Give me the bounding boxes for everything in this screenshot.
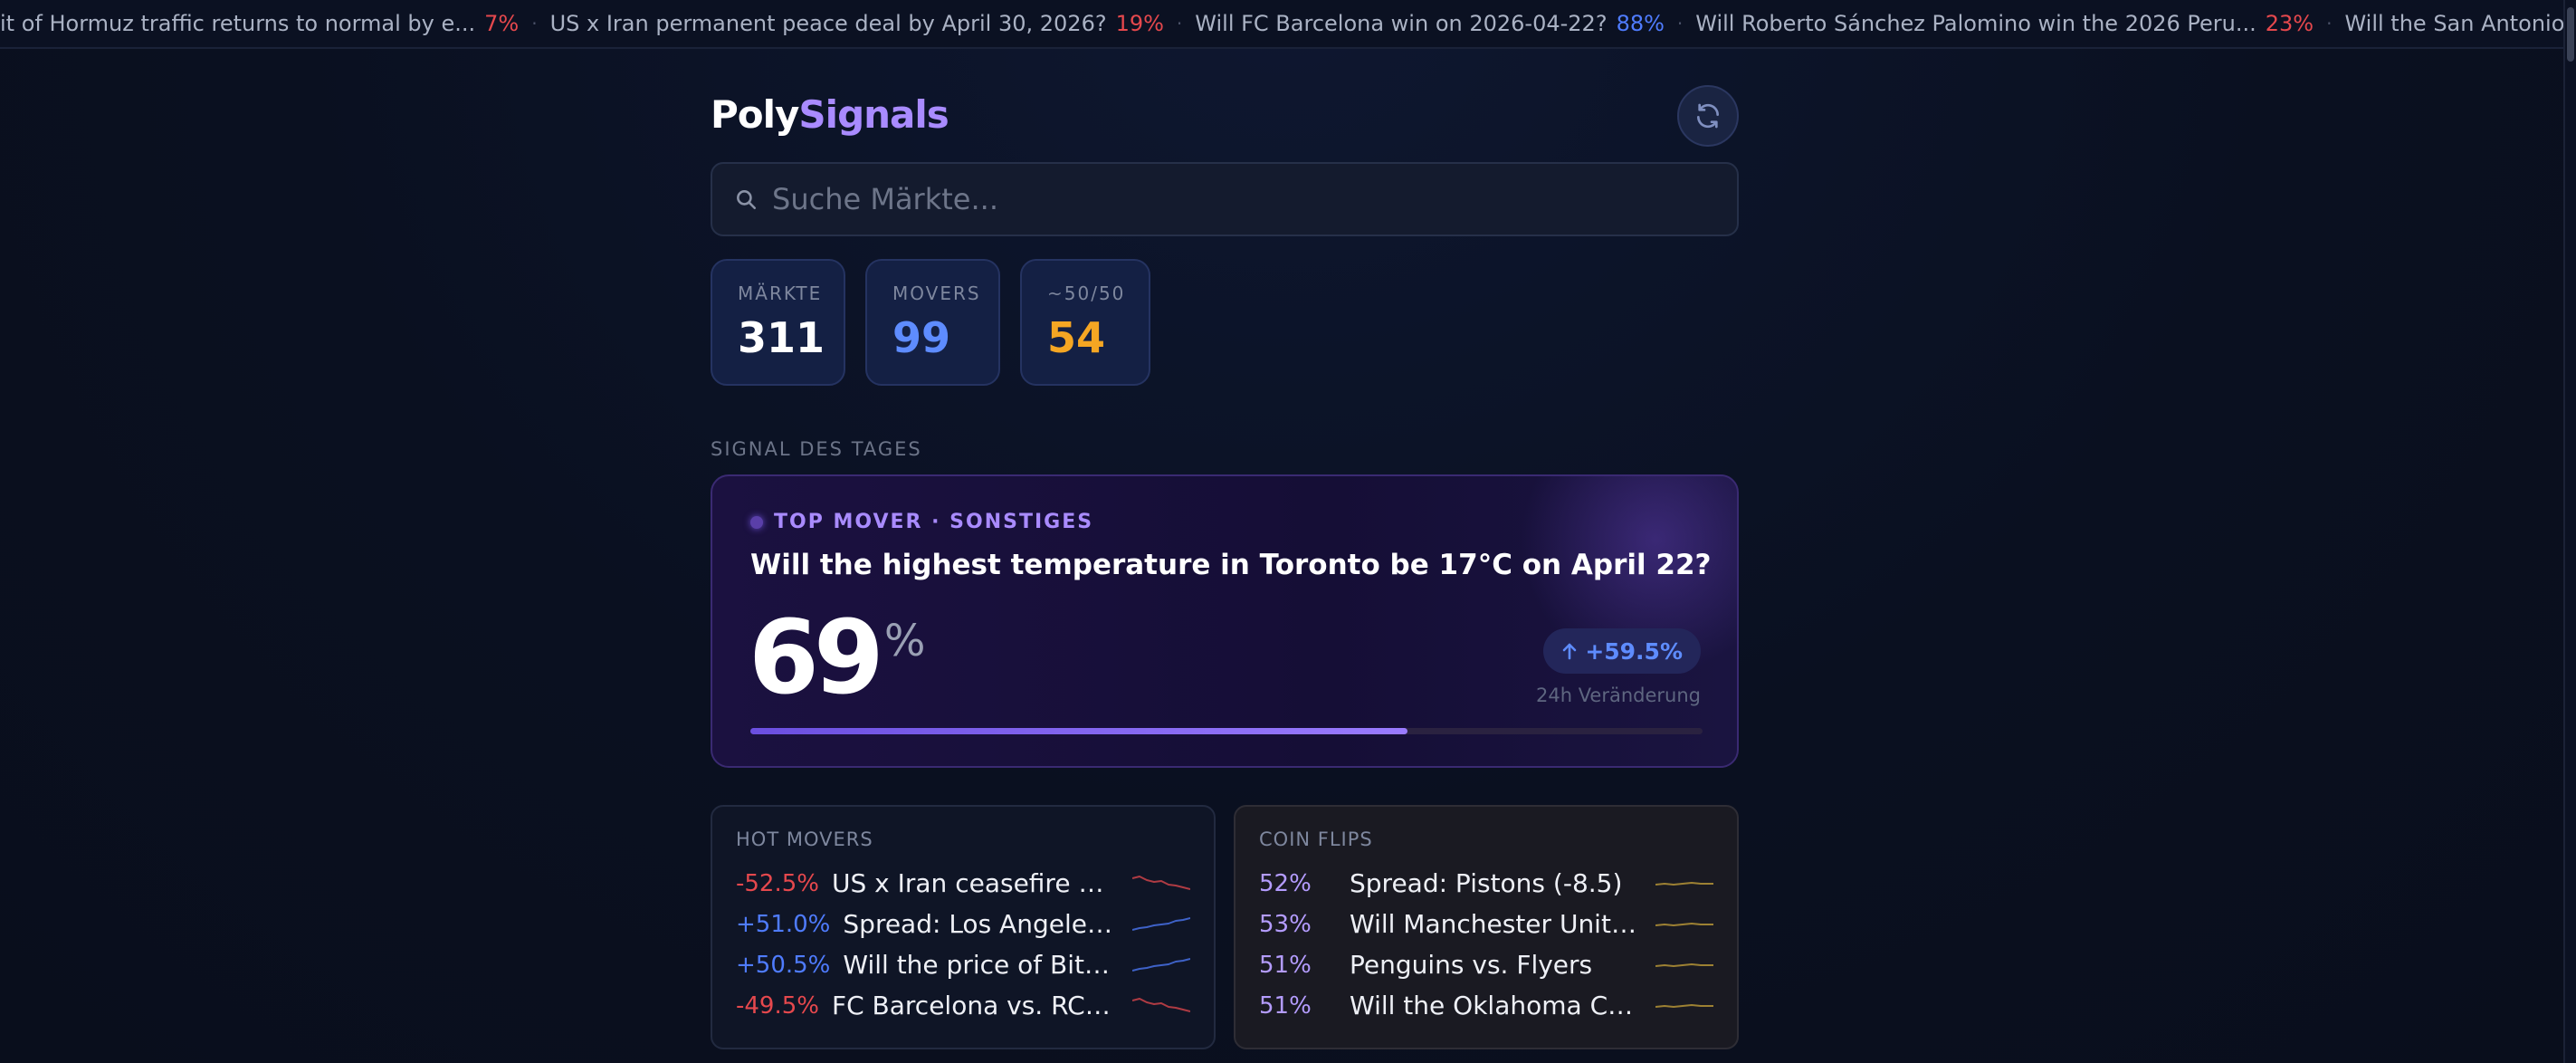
stat-value: 99 [892,313,951,362]
panel-title: COIN FLIPS [1259,828,1373,850]
signal-title: Will the highest temperature in Toronto … [750,549,1712,581]
stat-movers: MOVERS 99 [865,259,1000,386]
list-item-pct: 52% [1259,869,1312,897]
change-value: +59.5% [1585,637,1683,665]
list-item[interactable]: 51% Will the Oklahoma City T... [1259,985,1713,1026]
market-ticker: it of Hormuz traffic returns to normal b… [0,0,2576,49]
list-item[interactable]: +51.0% Spread: Los Angeles An... [736,904,1190,944]
ticker-separator: · [1176,13,1183,34]
sparkline-icon [1655,1003,1713,1008]
hot-movers-panel: HOT MOVERS -52.5% US x Iran ceasefire ext… [711,805,1216,1049]
stat-value: 311 [738,313,825,362]
ticker-item-pct: 88% [1616,11,1665,36]
stat-label: MÄRKTE [738,283,823,304]
list-item[interactable]: +50.5% Will the price of Bitcoin ... [736,944,1190,985]
list-item-pct: -49.5% [736,991,819,1020]
list-item[interactable]: 52% Spread: Pistons (-8.5) [1259,863,1713,904]
coin-flips-panel: COIN FLIPS 52% Spread: Pistons (-8.5) 53% W… [1234,805,1739,1049]
sparkline-icon [1132,916,1190,931]
ticker-item[interactable]: Will Roberto Sánchez Palomino win the 20… [1695,11,2314,36]
panel-title: HOT MOVERS [736,828,873,850]
stat-value: 54 [1047,313,1106,362]
stat-label: MOVERS [892,283,981,304]
logo[interactable]: PolySignals [711,92,949,137]
section-label-signal: SIGNAL DES TAGES [711,438,922,460]
arrow-up-icon [1563,643,1577,660]
list-item[interactable]: -52.5% US x Iran ceasefire exten... [736,863,1190,904]
sparkline-icon [1132,875,1190,890]
sparkline-icon [1655,922,1713,926]
header: PolySignals [711,85,1739,147]
logo-text-poly: Poly [711,92,799,137]
list-item-title: FC Barcelona vs. RC Celt... [831,991,1114,1020]
list-item-title: Penguins vs. Flyers [1350,950,1593,980]
list-item-pct: +50.5% [736,951,831,979]
signal-of-the-day-card[interactable]: TOP MOVER · SONSTIGES Will the highest t… [711,474,1739,768]
list-item-pct: 51% [1259,991,1312,1020]
stat-fifty-fifty: ~50/50 54 [1020,259,1150,386]
sparkline-icon [1655,962,1713,967]
list-item-pct: 51% [1259,951,1312,979]
signal-probability: 69 % [749,599,926,717]
sparkline-icon [1132,997,1190,1012]
ticker-separator: · [531,13,538,34]
change-caption: 24h Veränderung [1535,685,1701,706]
ticker-track: it of Hormuz traffic returns to normal b… [0,0,2576,47]
page-scrollbar[interactable] [2563,0,2576,1063]
signal-tag-text: TOP MOVER · SONSTIGES [774,511,1094,533]
ticker-item-text: Will the San Antonio Spurs win the 2026 … [2344,11,2576,36]
ticker-item-text: Will Roberto Sánchez Palomino win the 20… [1695,11,2256,36]
probability-bar [750,728,1703,734]
ticker-item-text: US x Iran permanent peace deal by April … [549,11,1107,36]
stat-label: ~50/50 [1047,283,1126,304]
list-item-title: Spread: Pistons (-8.5) [1350,868,1623,898]
stat-markets: MÄRKTE 311 [711,259,845,386]
sparkline-icon [1132,957,1190,972]
list-item-pct: -52.5% [736,869,819,897]
list-item[interactable]: 53% Will Manchester United F... [1259,904,1713,944]
ticker-item[interactable]: it of Hormuz traffic returns to normal b… [0,11,519,36]
ticker-item-pct: 23% [2265,11,2314,36]
stats-row: MÄRKTE 311 MOVERS 99 ~50/50 54 [711,259,1150,386]
ticker-item[interactable]: Will the San Antonio Spurs win the 2026 … [2344,11,2576,36]
list-item-title: Will the price of Bitcoin ... [843,950,1114,980]
ticker-item-pct: 19% [1115,11,1164,36]
list-item-pct: +51.0% [736,910,831,938]
search-input[interactable] [772,172,1737,226]
ticker-item-text: it of Hormuz traffic returns to normal b… [0,11,476,36]
refresh-icon [1697,103,1719,129]
probability-value: 69 [749,599,884,717]
logo-text-signals: Signals [798,92,949,137]
signal-tag: TOP MOVER · SONSTIGES [750,511,1093,533]
probability-bar-fill [750,728,1407,734]
ticker-item[interactable]: US x Iran permanent peace deal by April … [550,11,1164,36]
probability-unit: % [883,616,926,666]
dot-icon [750,515,763,529]
ticker-item-text: Will FC Barcelona win on 2026-04-22? [1195,11,1608,36]
ticker-item-pct: 7% [484,11,520,36]
search-icon [734,187,759,212]
sparkline-icon [1655,881,1713,886]
refresh-button[interactable] [1677,85,1739,147]
list-item[interactable]: 51% Penguins vs. Flyers [1259,944,1713,985]
ticker-separator: · [1676,13,1684,34]
search-bar[interactable] [711,162,1739,236]
list-item-title: Will Manchester United F... [1350,909,1637,939]
ticker-separator: · [2326,13,2333,34]
list-item-title: Will the Oklahoma City T... [1350,991,1637,1020]
scrollbar-thumb[interactable] [2567,7,2574,62]
list-item[interactable]: -49.5% FC Barcelona vs. RC Celt... [736,985,1190,1026]
change-badge: +59.5% [1543,628,1701,674]
list-item-title: US x Iran ceasefire exten... [831,868,1114,898]
ticker-item[interactable]: Will FC Barcelona win on 2026-04-22? 88% [1195,11,1665,36]
list-item-title: Spread: Los Angeles An... [843,909,1114,939]
list-item-pct: 53% [1259,910,1312,938]
